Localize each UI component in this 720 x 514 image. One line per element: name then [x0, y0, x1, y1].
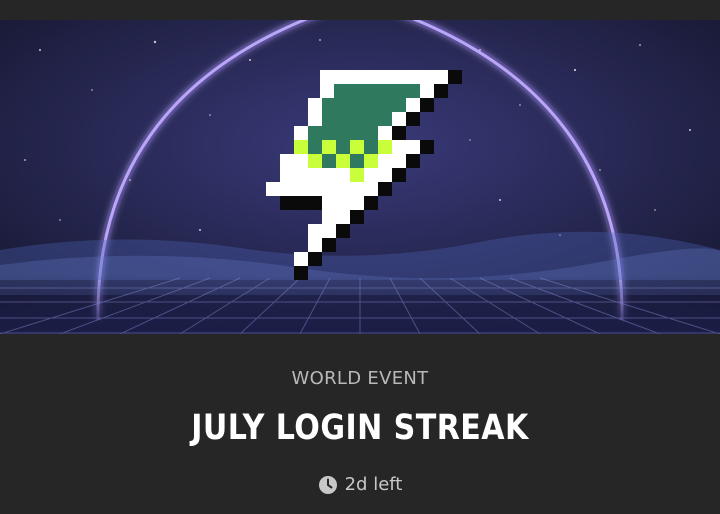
event-card[interactable]: WORLD EVENT JULY LOGIN STREAK 2d left [0, 0, 720, 514]
event-info: WORLD EVENT JULY LOGIN STREAK 2d left [0, 334, 720, 514]
time-left-label: 2d left [344, 474, 403, 495]
event-banner [0, 20, 720, 334]
event-title: JULY LOGIN STREAK [191, 408, 529, 448]
clock-icon [318, 475, 338, 495]
event-time-left: 2d left [0, 474, 720, 495]
top-strip [0, 0, 720, 20]
event-category: WORLD EVENT [291, 368, 429, 389]
